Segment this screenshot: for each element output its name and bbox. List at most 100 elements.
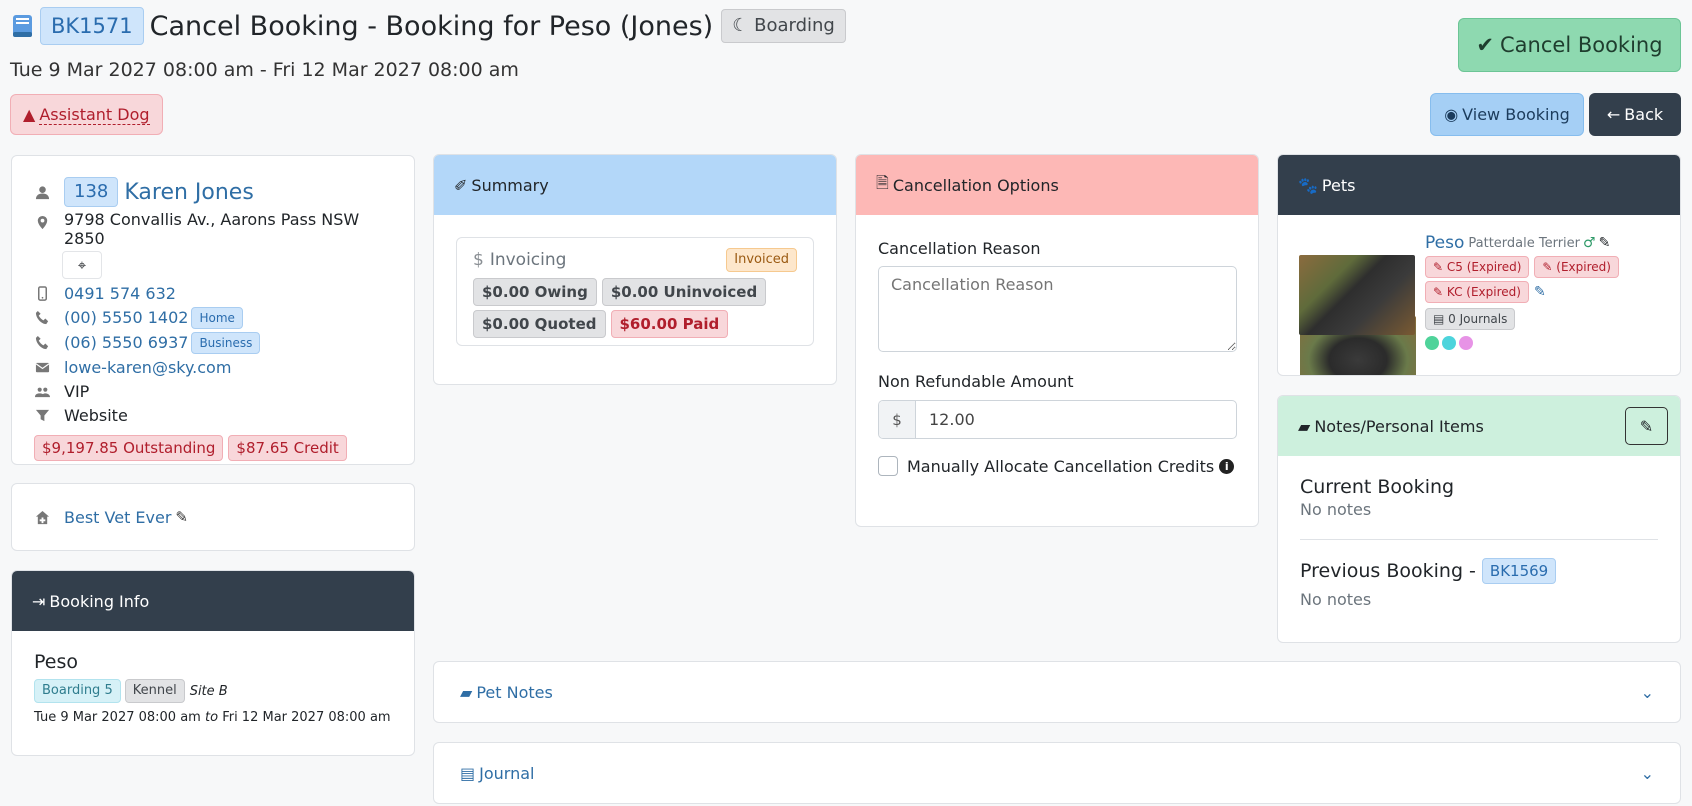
vaccination-badge-c5[interactable]: ✎ C5 (Expired) [1425,256,1530,278]
edit-icon: ✎ [1639,416,1654,436]
cancel-booking-button[interactable]: ✔ Cancel Booking [1458,18,1681,72]
vaccination-c5-label: C5 (Expired) [1446,260,1522,274]
vaccination-badge-kc[interactable]: ✎ KC (Expired) [1425,281,1529,303]
customer-email[interactable]: lowe-karen@sky.com [64,358,231,377]
owing-pill: $0.00 Owing [473,278,597,306]
customer-address: 9798 Convallis Av., Aarons Pass NSW 2850 [64,210,360,248]
edit-vaccination-icon[interactable]: ✎ [1534,284,1546,300]
summary-card: ✐ Summary $ Invoicing Invoiced $0.00 Owin… [433,154,837,385]
syringe-icon: ✎ [1433,260,1444,274]
mobile-icon [34,285,50,301]
customer-name-link[interactable]: Karen Jones [124,180,253,205]
invoicing-box: $ Invoicing Invoiced $0.00 Owing $0.00 U… [456,237,814,346]
page-title: Cancel Booking - Booking for Peso (Jones… [149,10,714,42]
chevron-down-icon: ⌄ [1640,763,1654,783]
service-badge: ☾ Boarding [721,9,846,43]
current-booking-notes: No notes [1300,500,1372,519]
back-label: Back [1624,105,1664,124]
customer-phone-home[interactable]: (00) 5550 1402 [64,308,188,327]
warning-icon: ▲ [23,105,36,124]
file-invoice-icon: 🗎 [876,172,889,192]
edit-icon[interactable]: ✎ [175,508,188,526]
color-dot [1425,336,1439,350]
pet-notes-section[interactable]: ▰ Pet Notes ⌄ [433,661,1681,723]
color-dot [1442,336,1456,350]
info-icon[interactable]: i [1219,458,1235,474]
header-title-row: BK1571 Cancel Booking - Booking for Peso… [10,7,846,45]
currency-addon: $ [879,401,916,438]
vaccination-other-label: (Expired) [1556,260,1611,274]
notes-card: ▰ Notes/Personal Items ✎ Current Booking … [1277,395,1681,643]
assistant-dog-alert[interactable]: ▲ Assistant Dog [10,94,163,135]
edit-notes-button[interactable]: ✎ [1625,407,1668,445]
magic-wand-icon: ✐ [454,175,468,195]
business-badge: Business [191,331,261,354]
journal-label: Journal [479,763,535,783]
vet-card: Best Vet Ever ✎ [11,483,415,551]
summary-header: ✐ Summary [434,155,836,215]
previous-booking-notes: No notes [1300,590,1372,609]
booking-to: to [204,710,219,725]
manual-allocate-checkbox[interactable] [878,456,898,476]
edit-pet-icon[interactable]: ✎ [1599,235,1611,251]
booking-end: Fri 12 Mar 2027 08:00 am [222,710,391,725]
color-dot [1459,336,1473,350]
previous-booking-heading: Previous Booking - [1300,560,1476,582]
book-icon: ▤ [1433,312,1445,326]
booking-pet-name: Peso [34,651,78,673]
home-badge: Home [191,306,243,329]
book-icon: ▤ [460,763,476,783]
current-booking-heading: Current Booking [1300,476,1455,498]
previous-booking-badge[interactable]: BK1569 [1481,558,1557,584]
invoiced-badge: Invoiced [726,248,797,272]
invoicing-label: Invoicing [489,250,567,270]
non-refundable-input[interactable]: 12.00 [916,410,975,429]
customer-mobile[interactable]: 0491 574 632 [64,284,176,303]
cancellation-reason-input[interactable] [878,266,1237,352]
customer-phone-business[interactable]: (06) 5550 6937 [64,333,188,352]
chevron-down-icon: ⌄ [1640,682,1654,702]
outstanding-badge: $9,197.85 Outstanding [34,435,224,461]
manual-allocate-label: Manually Allocate Cancellation Credits [907,456,1215,476]
pet-photo-image[interactable] [1299,255,1415,335]
cancel-booking-label: Cancel Booking [1500,33,1663,57]
view-booking-label: View Booking [1462,105,1570,124]
date-range: Tue 9 Mar 2027 08:00 am - Fri 12 Mar 202… [10,59,519,81]
notes-header: ▰ Notes/Personal Items ✎ [1278,396,1680,456]
journals-label: 0 Journals [1448,312,1508,326]
room-badge: Boarding 5 [34,679,121,703]
back-button[interactable]: ← Back [1589,93,1681,136]
journal-section[interactable]: ▤ Journal ⌄ [433,742,1681,804]
check-icon: ✔ [1476,33,1495,57]
credit-badge: $87.65 Credit [228,435,347,461]
cancellation-header: 🗎 Cancellation Options [856,155,1258,215]
vaccination-kc-label: KC (Expired) [1446,285,1521,299]
customer-id-badge[interactable]: 138 [64,177,119,207]
booking-id-badge[interactable]: BK1571 [40,7,144,45]
alert-label: Assistant Dog [39,104,150,125]
pet-name-link[interactable]: Peso [1425,233,1464,253]
pet-breed: Patterdale Terrier [1468,235,1581,251]
book-icon [10,13,36,39]
quoted-pill: $0.00 Quoted [473,310,606,338]
eye-icon: ◉ [1444,105,1459,124]
pet-notes-label: Pet Notes [476,682,553,702]
user-icon [34,184,50,200]
room-type-badge: Kennel [124,679,185,703]
moon-icon: ☾ [732,15,749,36]
summary-title: Summary [471,175,549,195]
vaccination-badge-other[interactable]: ✎ (Expired) [1534,256,1619,278]
customer-group: VIP [64,381,90,401]
booking-dates: Tue 9 Mar 2027 08:00 am to Fri 12 Mar 20… [34,710,392,725]
clinic-icon [34,509,50,525]
booking-info-header: ⇥ Booking Info [12,571,414,631]
locate-button[interactable]: ⌖ [62,251,102,279]
view-booking-button[interactable]: ◉ View Booking [1430,93,1584,136]
non-refundable-group: $ 12.00 [878,400,1237,439]
paid-pill: $60.00 Paid [610,310,729,338]
sticky-note-icon: ▰ [460,682,473,702]
sticky-note-icon: ▰ [1298,416,1311,436]
journals-badge[interactable]: ▤ 0 Journals [1425,308,1516,330]
vet-link[interactable]: Best Vet Ever [64,508,171,527]
envelope-icon [34,359,50,375]
